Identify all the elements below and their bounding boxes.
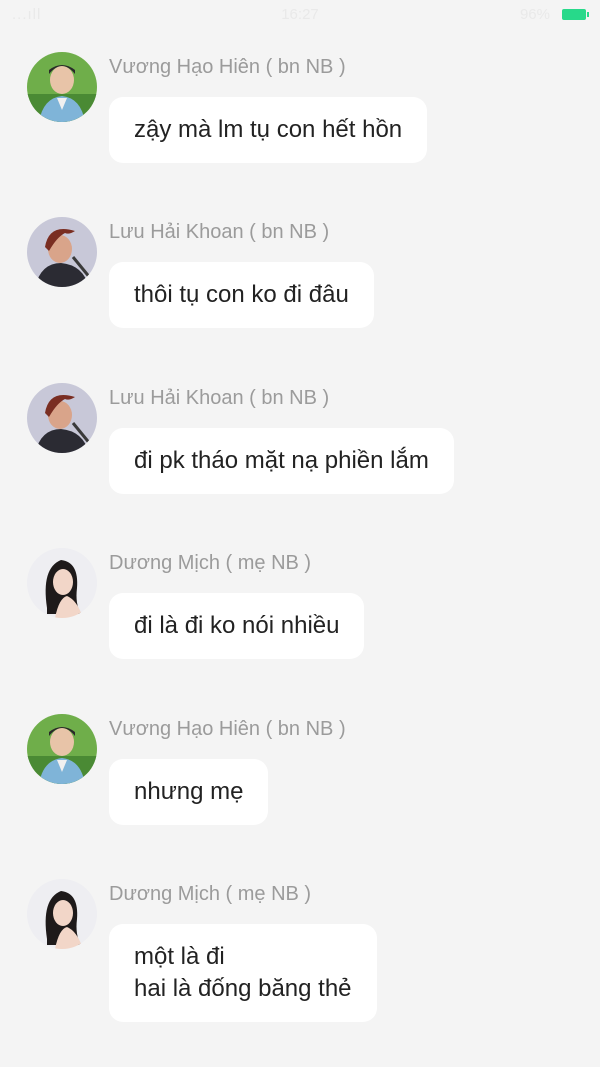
- sender-name: Dương Mịch ( mẹ NB ): [109, 552, 312, 574]
- sender-name: Vương Hạo Hiên ( bn NB ): [109, 56, 346, 78]
- avatar[interactable]: [27, 548, 97, 618]
- message-bubble[interactable]: nhưng mẹ: [109, 759, 269, 825]
- battery-percent: 96%: [519, 6, 550, 23]
- message-bubble[interactable]: một là đi hai là đống băng thẻ: [109, 924, 377, 1022]
- sender-name: Vương Hạo Hiên ( bn NB ): [109, 718, 346, 740]
- message-bubble[interactable]: đi pk tháo mặt nạ phiền lắm: [109, 428, 454, 494]
- sender-name: Lưu Hải Khoan ( bn NB ): [109, 387, 330, 409]
- avatar[interactable]: [27, 879, 97, 949]
- message-line: hai là đống băng thẻ: [134, 975, 352, 1002]
- sender-name: Dương Mịch ( mẹ NB ): [109, 883, 312, 905]
- avatar[interactable]: [27, 714, 97, 784]
- status-time: 16:27: [281, 6, 319, 23]
- message-bubble[interactable]: thôi tụ con ko đi đâu: [109, 262, 374, 328]
- message-bubble[interactable]: zậy mà lm tụ con hết hồn: [109, 97, 428, 163]
- sender-name: Lưu Hải Khoan ( bn NB ): [109, 221, 330, 243]
- status-bar: ...ıll 16:27 96%: [0, 0, 600, 30]
- avatar[interactable]: [27, 383, 97, 453]
- battery-icon: [562, 9, 589, 20]
- avatar[interactable]: [27, 52, 97, 122]
- avatar[interactable]: [27, 217, 97, 287]
- message-line: một là đi: [134, 943, 225, 970]
- message-bubble[interactable]: đi là đi ko nói nhiều: [109, 593, 365, 659]
